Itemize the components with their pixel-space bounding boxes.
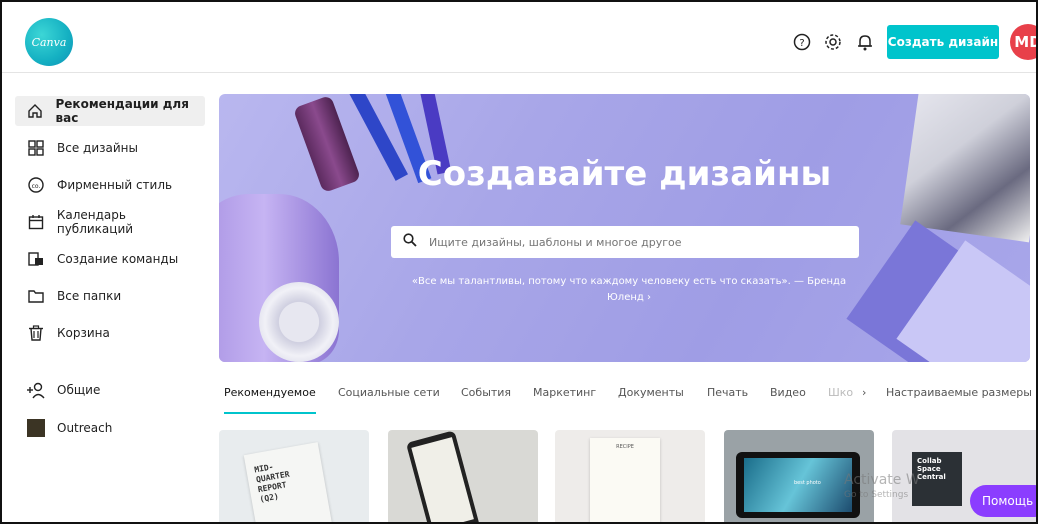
sidebar-item-label: Рекомендации для вас [55, 97, 189, 125]
sidebar-item-create-team[interactable]: Создание команды [15, 244, 205, 274]
sidebar-item-outreach[interactable]: Outreach [15, 413, 205, 443]
help-circle-icon[interactable]: ? [792, 32, 812, 52]
tab-marketing[interactable]: Маркетинг [533, 386, 596, 412]
quote-text: «Все мы талантливы, потому что каждому ч… [411, 276, 847, 287]
brand-kit-icon: co. [25, 177, 47, 193]
app-window: Canva ? Создать дизайн MD Рекомендации д… [0, 0, 1038, 524]
windows-activation-hint: Go to Settings [844, 490, 909, 500]
phone-mockup-thumbnail [405, 430, 481, 522]
calendar-icon [25, 214, 47, 230]
sidebar-item-label: Корзина [57, 326, 110, 340]
create-design-button[interactable]: Создать дизайн [887, 25, 999, 59]
tab-recommended[interactable]: Рекомендуемое [224, 386, 316, 414]
sidebar-item-all-designs[interactable]: Все дизайны [15, 133, 205, 163]
svg-text:co.: co. [32, 183, 41, 190]
top-header: Canva ? Создать дизайн MD [2, 2, 1036, 73]
team-thumbnail [27, 419, 45, 437]
tape-decoration [259, 282, 339, 362]
sidebar-item-trash[interactable]: Корзина [15, 318, 205, 348]
tab-social-media[interactable]: Социальные сети [338, 386, 440, 412]
sidebar-item-brand-kit[interactable]: co. Фирменный стиль [15, 170, 205, 200]
quote-author-link[interactable]: Юленд › [399, 290, 859, 306]
tabs-next-button[interactable]: › [862, 386, 866, 412]
tab-print[interactable]: Печать [707, 386, 748, 412]
folder-icon [25, 288, 47, 304]
hero-title: Создавайте дизайны [417, 154, 832, 194]
report-thumbnail: MID- QUARTER REPORT (Q2) [243, 442, 334, 522]
template-card[interactable]: RECIPE [555, 430, 705, 522]
sidebar-item-shared[interactable]: Общие [15, 375, 205, 405]
sidebar-item-label: Все дизайны [57, 141, 138, 155]
category-tabs: Рекомендуемое Социальные сети События Ма… [224, 386, 1036, 416]
trash-icon [25, 325, 47, 341]
bell-icon[interactable] [855, 32, 875, 52]
team-icon [25, 251, 47, 267]
help-button[interactable]: Помощь ? [970, 485, 1036, 517]
home-icon [25, 103, 46, 119]
sidebar-item-label: Все папки [57, 289, 122, 303]
hero-banner: Создавайте дизайны «Все мы талантливы, п… [219, 94, 1030, 362]
tab-custom-size[interactable]: Настраиваемые размеры [886, 386, 1032, 412]
sidebar-item-content-planner[interactable]: Календарь публикаций [15, 207, 205, 237]
canva-logo[interactable]: Canva [25, 18, 73, 66]
grid-icon [25, 140, 47, 156]
sidebar-item-label: Outreach [57, 421, 113, 435]
tab-video[interactable]: Видео [770, 386, 806, 412]
template-card[interactable] [388, 430, 538, 522]
search-bar[interactable] [391, 226, 859, 258]
sidebar-item-label: Создание команды [57, 252, 179, 266]
tablet-mockup-thumbnail: best photo [736, 452, 860, 518]
sidebar-item-label: Общие [57, 383, 101, 397]
template-card[interactable]: MID- QUARTER REPORT (Q2) [219, 430, 369, 522]
tab-events[interactable]: События [461, 386, 511, 412]
sidebar: Рекомендации для вас Все дизайны co. Фир… [2, 72, 212, 522]
sidebar-item-label: Календарь публикаций [56, 208, 134, 236]
sidebar-item-all-folders[interactable]: Все папки [15, 281, 205, 311]
search-icon [403, 233, 419, 251]
inspiration-quote[interactable]: «Все мы талантливы, потому что каждому ч… [399, 274, 859, 306]
search-input[interactable] [427, 234, 859, 250]
sidebar-item-recommended[interactable]: Рекомендации для вас [15, 96, 205, 126]
windows-activation-watermark: Activate W [844, 472, 920, 488]
gear-icon[interactable] [823, 32, 843, 52]
tab-documents[interactable]: Документы [618, 386, 684, 412]
tab-school[interactable]: Шко [828, 386, 853, 412]
add-people-icon [25, 381, 47, 399]
avatar[interactable]: MD [1010, 24, 1036, 60]
sidebar-item-label: Фирменный стиль [57, 178, 173, 192]
svg-text:?: ? [799, 38, 804, 49]
recipe-thumbnail: RECIPE [590, 438, 660, 522]
